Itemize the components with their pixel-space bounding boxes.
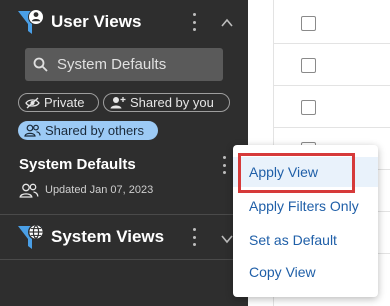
view-item-updated: Updated Jan 07, 2023 xyxy=(45,184,154,196)
view-item-name: System Defaults xyxy=(19,156,136,173)
filter-chip-private[interactable]: Private xyxy=(18,93,99,112)
filter-chip-private-label: Private xyxy=(44,95,85,110)
user-views-filter-icon xyxy=(16,6,48,38)
chevron-down-icon[interactable] xyxy=(221,231,233,249)
user-views-title: User Views xyxy=(51,12,142,31)
system-views-more-icon[interactable] xyxy=(191,228,197,246)
user-views-more-icon[interactable] xyxy=(191,13,197,31)
eye-off-icon xyxy=(25,97,40,108)
section-divider xyxy=(0,259,248,260)
menu-item-apply-filters-only[interactable]: Apply Filters Only xyxy=(233,191,378,221)
view-context-menu: Apply View Apply Filters Only Set as Def… xyxy=(233,145,378,297)
search-placeholder: System Defaults xyxy=(57,56,167,73)
system-views-title: System Views xyxy=(51,227,165,246)
filter-chip-shared-by-you[interactable]: Shared by you xyxy=(103,93,230,112)
person-add-icon xyxy=(110,97,126,109)
menu-item-copy-view[interactable]: Copy View xyxy=(233,257,378,287)
user-views-header[interactable]: User Views xyxy=(0,2,248,42)
people-icon xyxy=(24,124,41,137)
table-row-divider xyxy=(273,85,390,86)
row-checkbox[interactable] xyxy=(301,58,316,73)
system-views-header[interactable]: System Views xyxy=(0,217,248,257)
chevron-up-icon[interactable] xyxy=(221,15,233,33)
filter-chip-shared-by-others-label: Shared by others xyxy=(45,123,145,138)
filter-chip-shared-by-others[interactable]: Shared by others xyxy=(18,121,158,140)
table-row-divider xyxy=(273,43,390,44)
search-icon xyxy=(33,57,48,72)
views-panel: User Views System Defaults Private Share… xyxy=(0,0,248,306)
view-search-input[interactable]: System Defaults xyxy=(25,48,223,81)
section-divider xyxy=(0,214,248,215)
menu-item-set-as-default[interactable]: Set as Default xyxy=(233,225,378,255)
people-icon xyxy=(19,183,39,198)
filter-chip-shared-by-you-label: Shared by you xyxy=(130,95,214,110)
menu-item-apply-view[interactable]: Apply View xyxy=(233,157,378,187)
row-checkbox[interactable] xyxy=(301,100,316,115)
system-views-filter-icon xyxy=(16,221,48,253)
table-row-divider xyxy=(273,127,390,128)
view-item-more-icon[interactable] xyxy=(221,156,227,174)
row-checkbox[interactable] xyxy=(301,16,316,31)
